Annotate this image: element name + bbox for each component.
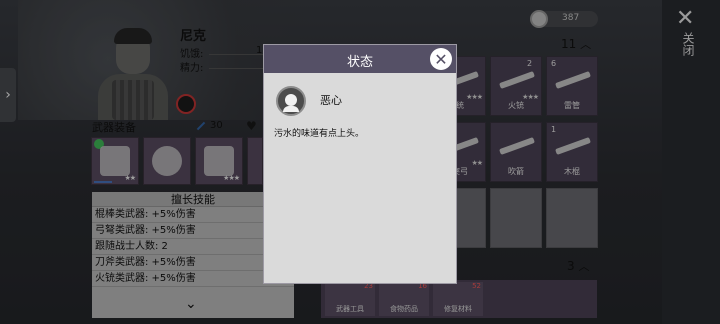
dialog-title: 状态: [346, 55, 373, 70]
dialog-titlebar: 状态 ✕: [264, 45, 456, 73]
close-button[interactable]: ✕: [430, 48, 452, 70]
status-description: 污水的味道有点上头。: [274, 129, 365, 139]
status-dialog: 状态 ✕ 恶心 污水的味道有点上头。: [263, 44, 457, 284]
status-name: 恶心: [320, 94, 342, 107]
close-icon: ✕: [434, 49, 448, 69]
nausea-icon: [276, 86, 306, 116]
